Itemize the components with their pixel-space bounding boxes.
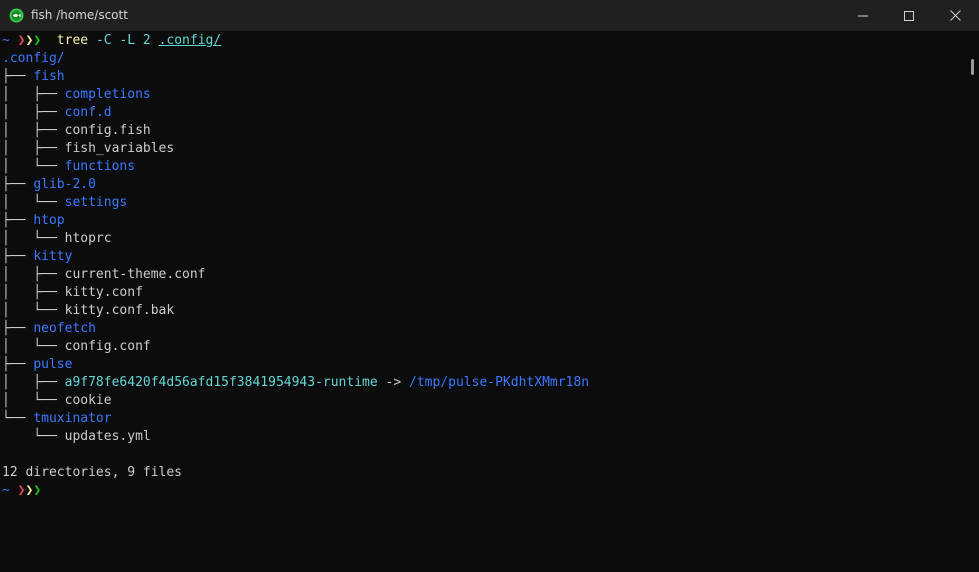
tree-entry: │ └── htoprc bbox=[2, 230, 112, 248]
directory-name: pulse bbox=[33, 357, 73, 372]
tree-branch: │ ├── bbox=[2, 105, 65, 120]
maximize-icon bbox=[904, 10, 914, 21]
tree-entry: │ └── functions bbox=[2, 158, 135, 176]
tree-entry: ├── glib-2.0 bbox=[2, 176, 96, 194]
tree-summary: 12 directories, 9 files bbox=[2, 465, 183, 480]
directory-name: fish bbox=[33, 69, 65, 84]
minimize-icon bbox=[858, 15, 868, 16]
maximize-button[interactable] bbox=[886, 0, 932, 31]
tree-branch: │ └── bbox=[2, 195, 65, 210]
directory-name: conf.d bbox=[64, 105, 112, 120]
file-name: kitty.conf.bak bbox=[64, 303, 175, 318]
tree-entry: ├── htop bbox=[2, 212, 65, 230]
file-name: cookie bbox=[64, 393, 112, 408]
tree-branch: │ └── bbox=[2, 159, 65, 174]
prompt-arrow-3: ❯ bbox=[33, 33, 42, 48]
tree-entry: │ ├── fish_variables bbox=[2, 140, 174, 158]
tree-entry: ├── neofetch bbox=[2, 320, 96, 338]
tree-branch: ├── bbox=[2, 357, 34, 372]
minimize-button[interactable] bbox=[840, 0, 886, 31]
tree-branch: ├── bbox=[2, 177, 34, 192]
tree-branch: │ ├── bbox=[2, 375, 65, 390]
prompt-arrow-3: ❯ bbox=[33, 483, 42, 498]
scrollbar-thumb[interactable] bbox=[971, 59, 974, 75]
command-path: .config/ bbox=[158, 33, 222, 48]
command-prompt-line: ~ ❯❯❯ tree -C -L 2 .config/ bbox=[2, 32, 221, 50]
tree-entry: │ ├── current-theme.conf bbox=[2, 266, 206, 284]
tree-branch: └── bbox=[2, 411, 34, 426]
directory-name: neofetch bbox=[33, 321, 96, 336]
directory-name: htop bbox=[33, 213, 65, 228]
tree-branch: │ ├── bbox=[2, 285, 65, 300]
active-prompt-line[interactable]: ~ ❯❯❯ bbox=[2, 482, 41, 500]
prompt-cwd: ~ bbox=[2, 33, 10, 48]
close-button[interactable] bbox=[932, 0, 978, 31]
tree-entry: │ └── config.conf bbox=[2, 338, 151, 356]
tree-entry: │ └── settings bbox=[2, 194, 127, 212]
tree-entry: │ └── cookie bbox=[2, 392, 112, 410]
tree-branch: │ ├── bbox=[2, 267, 65, 282]
command-name: tree bbox=[56, 33, 89, 48]
tree-entry: │ ├── config.fish bbox=[2, 122, 151, 140]
directory-name: functions bbox=[64, 159, 136, 174]
terminal-window: fish /home/scott ~ ❯❯❯ tree -C -L 2 .con… bbox=[0, 0, 979, 572]
symlink-name: a9f78fe6420f4d56afd15f3841954943-runtime bbox=[64, 375, 378, 390]
tree-branch: ├── bbox=[2, 69, 34, 84]
command-flags: -C -L 2 bbox=[95, 33, 151, 48]
tree-entry: │ ├── a9f78fe6420f4d56afd15f3841954943-r… bbox=[2, 374, 589, 392]
fish-icon bbox=[9, 8, 24, 23]
tree-entry: │ └── kitty.conf.bak bbox=[2, 302, 174, 320]
directory-name: completions bbox=[64, 87, 151, 102]
tree-branch: ├── bbox=[2, 213, 34, 228]
window-title: fish /home/scott bbox=[31, 8, 128, 22]
tree-entry: │ ├── kitty.conf bbox=[2, 284, 143, 302]
file-name: config.fish bbox=[64, 123, 151, 138]
tree-branch: │ └── bbox=[2, 303, 65, 318]
prompt-cwd: ~ bbox=[2, 483, 10, 498]
symlink-target: /tmp/pulse-PKdhtXMmr18n bbox=[409, 375, 590, 390]
file-name: fish_variables bbox=[64, 141, 175, 156]
file-name: config.conf bbox=[64, 339, 151, 354]
tree-root: .config/ bbox=[2, 51, 65, 66]
file-name: updates.yml bbox=[64, 429, 151, 444]
tree-branch: └── bbox=[2, 429, 65, 444]
close-icon bbox=[949, 10, 961, 21]
tree-entry: ├── fish bbox=[2, 68, 65, 86]
tree-entry: │ ├── conf.d bbox=[2, 104, 112, 122]
directory-name: glib-2.0 bbox=[33, 177, 96, 192]
tree-branch: │ └── bbox=[2, 231, 65, 246]
tree-entry: ├── pulse bbox=[2, 356, 72, 374]
vertical-scrollbar[interactable] bbox=[966, 31, 979, 572]
tree-entry: ├── kitty bbox=[2, 248, 72, 266]
directory-name: settings bbox=[64, 195, 128, 210]
file-name: current-theme.conf bbox=[64, 267, 206, 282]
directory-name: kitty bbox=[33, 249, 73, 264]
tree-entry: └── updates.yml bbox=[2, 428, 151, 446]
tree-entry: │ ├── completions bbox=[2, 86, 151, 104]
tree-entry: └── tmuxinator bbox=[2, 410, 112, 428]
tree-branch: │ └── bbox=[2, 339, 65, 354]
tree-branch: ├── bbox=[2, 249, 34, 264]
file-name: kitty.conf bbox=[64, 285, 143, 300]
tree-branch: │ └── bbox=[2, 393, 65, 408]
terminal-output[interactable]: ~ ❯❯❯ tree -C -L 2 .config/ .config/ ├──… bbox=[0, 31, 966, 572]
tree-branch: │ ├── bbox=[2, 87, 65, 102]
symlink-arrow: -> bbox=[377, 375, 410, 390]
tree-branch: ├── bbox=[2, 321, 34, 336]
title-bar[interactable]: fish /home/scott bbox=[0, 0, 979, 31]
directory-name: tmuxinator bbox=[33, 411, 112, 426]
file-name: htoprc bbox=[64, 231, 112, 246]
tree-branch: │ ├── bbox=[2, 123, 65, 138]
tree-branch: │ ├── bbox=[2, 141, 65, 156]
